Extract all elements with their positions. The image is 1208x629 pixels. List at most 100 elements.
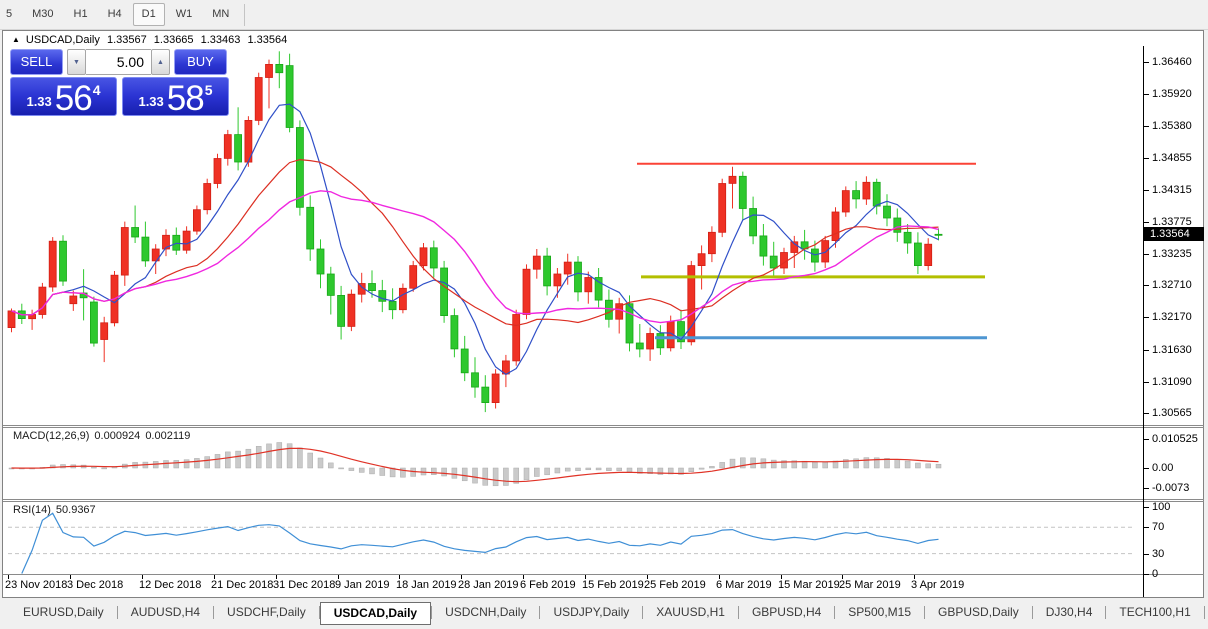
chart-title: ▲ USDCAD,Daily 1.33567 1.33665 1.33463 1.…: [12, 34, 291, 46]
one-click-trade-panel: SELL ▼ 5.00 ▲ BUY 1.33 56 4 1.33 58 5: [10, 49, 229, 116]
price-tick-dash: [1144, 158, 1149, 159]
timeframe-button-mn[interactable]: MN: [203, 3, 238, 26]
price-tick-dash: [1144, 413, 1149, 414]
timeframe-toolbar: 5M30H1H4D1W1MN: [0, 0, 1208, 30]
sell-price-sup: 4: [93, 82, 101, 98]
tab-dj30-h4[interactable]: DJ30,H4: [1033, 602, 1106, 623]
buy-price-sup: 5: [205, 82, 213, 98]
date-label: 23 Nov 2018: [5, 579, 67, 591]
volume-increase-button[interactable]: ▲: [151, 49, 170, 75]
price-tick-label: 1.31630: [1152, 344, 1192, 356]
tab-usdjpy-daily[interactable]: USDJPY,Daily: [540, 602, 642, 623]
ohlc-close: 1.33564: [247, 34, 287, 46]
price-tick-dash: [1144, 382, 1149, 383]
timeframe-button-5[interactable]: 5: [0, 3, 21, 26]
price-tick-dash: [1144, 62, 1149, 63]
pane-splitter[interactable]: [3, 499, 1204, 500]
date-label: 15 Mar 2019: [778, 579, 840, 591]
tab-usdchf-daily[interactable]: USDCHF,Daily: [214, 602, 319, 623]
macd-tick-dash: [1144, 439, 1149, 440]
ohlc-high: 1.33665: [154, 34, 194, 46]
tab-usdcnh-daily[interactable]: USDCNH,Daily: [432, 602, 539, 623]
tab-audusd-h4[interactable]: AUDUSD,H4: [118, 602, 213, 623]
macd-name: MACD(12,26,9): [13, 430, 89, 442]
chart-symbol-label: USDCAD,Daily: [26, 34, 100, 46]
pane-splitter[interactable]: [3, 425, 1204, 426]
rsi-tick-dash: [1144, 574, 1149, 575]
date-label: 6 Mar 2019: [716, 579, 772, 591]
rsi-pane[interactable]: [3, 502, 1143, 574]
date-label: 12 Dec 2018: [139, 579, 201, 591]
spin-down-icon: ▼: [73, 59, 80, 66]
price-tick-label: 1.35380: [1152, 120, 1192, 132]
date-label: 15 Feb 2019: [582, 579, 644, 591]
date-label: 6 Feb 2019: [520, 579, 576, 591]
rsi-tick-dash: [1144, 554, 1149, 555]
rsi-scale-label: 100: [1152, 501, 1170, 513]
volume-decrease-button[interactable]: ▼: [67, 49, 86, 75]
price-tick-dash: [1144, 222, 1149, 223]
date-label: 9 Jan 2019: [335, 579, 389, 591]
buy-button[interactable]: BUY: [174, 49, 227, 75]
macd-tick-dash: [1144, 488, 1149, 489]
rsi-scale-label: 30: [1152, 548, 1164, 560]
price-tick-label: 1.32710: [1152, 279, 1192, 291]
price-axis-line: [1143, 46, 1144, 597]
pane-splitter: [3, 427, 1204, 428]
ohlc-open: 1.33567: [107, 34, 147, 46]
price-tick-label: 1.35920: [1152, 88, 1192, 100]
rsi-tick-dash: [1144, 507, 1149, 508]
rsi-label: RSI(14) 50.9367: [13, 504, 101, 516]
macd-scale-label: 0.010525: [1152, 433, 1198, 445]
rsi-name: RSI(14): [13, 504, 51, 516]
tab-gbpusd-h4[interactable]: GBPUSD,H4: [739, 602, 834, 623]
price-tick-label: 1.30565: [1152, 407, 1192, 419]
timeframe-button-h1[interactable]: H1: [65, 3, 97, 26]
timeframe-button-h4[interactable]: H4: [99, 3, 131, 26]
macd-label: MACD(12,26,9)0.0009240.002119: [13, 430, 195, 442]
date-label: 18 Jan 2019: [396, 579, 457, 591]
tab-eurusd-daily[interactable]: EURUSD,Daily: [10, 602, 117, 623]
tab-tech100-h1[interactable]: TECH100,H1: [1106, 602, 1203, 623]
date-label: 21 Dec 2018: [211, 579, 273, 591]
price-tick-dash: [1144, 190, 1149, 191]
buy-price-main: 58: [167, 82, 204, 115]
toolbar-separator: [244, 4, 245, 26]
mt4-terminal: 5M30H1H4D1W1MN ▲USDCAD,Daily 1.33567 1.3…: [0, 0, 1208, 629]
date-label: 3 Dec 2018: [67, 579, 123, 591]
pane-splitter: [3, 501, 1204, 502]
rsi-scale-label: 0: [1152, 568, 1158, 580]
tab-xauusd-h1[interactable]: XAUUSD,H1: [643, 602, 738, 623]
buy-price-display[interactable]: 1.33 58 5: [122, 77, 229, 116]
tab-usdcad-daily[interactable]: USDCAD,Daily: [320, 602, 431, 625]
date-label: 31 Dec 2018: [273, 579, 335, 591]
date-label: 3 Apr 2019: [911, 579, 964, 591]
current-price-badge: 1.33564: [1144, 227, 1204, 241]
macd-scale-label: 0.00: [1152, 462, 1173, 474]
sell-price-main: 56: [55, 82, 92, 115]
collapse-triangle-icon[interactable]: ▲: [12, 35, 20, 44]
price-tick-dash: [1144, 350, 1149, 351]
date-label: 28 Jan 2019: [458, 579, 519, 591]
sell-price-display[interactable]: 1.33 56 4: [10, 77, 117, 116]
tab-gbpusd-daily[interactable]: GBPUSD,Daily: [925, 602, 1032, 623]
timeframe-button-m30[interactable]: M30: [23, 3, 62, 26]
price-tick-dash: [1144, 285, 1149, 286]
sell-button[interactable]: SELL: [10, 49, 63, 75]
date-label: 25 Feb 2019: [644, 579, 706, 591]
sell-price-prefix: 1.33: [26, 94, 51, 109]
timeframe-button-d1[interactable]: D1: [133, 3, 165, 26]
macd-scale-label: -0.0073: [1152, 482, 1189, 494]
volume-input[interactable]: 5.00: [86, 49, 151, 75]
timeframe-buttons: 5M30H1H4D1W1MN: [0, 3, 239, 26]
macd-value-signal: 0.002119: [145, 430, 190, 442]
tab-sp500-m15[interactable]: SP500,M15: [835, 602, 924, 623]
ohlc-low: 1.33463: [201, 34, 241, 46]
price-tick-dash: [1144, 126, 1149, 127]
chart-tabs: EURUSD,DailyAUDUSD,H4USDCHF,DailyUSDCAD,…: [10, 602, 1208, 625]
timeframe-button-w1[interactable]: W1: [167, 3, 202, 26]
rsi-value: 50.9367: [56, 504, 96, 516]
date-label: 25 Mar 2019: [839, 579, 901, 591]
date-axis-line: [3, 574, 1204, 575]
rsi-tick-dash: [1144, 527, 1149, 528]
